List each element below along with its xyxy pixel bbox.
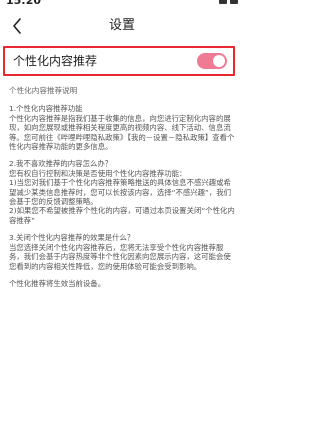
battery-icon [230, 0, 238, 4]
personalized-recommendation-row[interactable]: 个性化内容推荐 [3, 46, 235, 76]
status-time: 15:20 [6, 0, 42, 7]
footer-note: 个性化推荐将生效当前设备。 [9, 279, 235, 288]
setting-label: 个性化内容推荐 [13, 54, 98, 68]
section-2-body: 您有权自行控制和决策是否使用个性化内容推荐功能： 1)当您对我们基于个性化内容推… [9, 168, 235, 225]
section-1: 1.个性化内容推荐功能 个性化内容推荐是指我们基于收集的信息，向您进行定制化内容… [9, 104, 235, 151]
section-2: 2.我不喜欢推荐的内容怎么办？ 您有权自行控制和决策是否使用个性化内容推荐功能：… [9, 159, 235, 225]
header: 设置 [0, 10, 244, 42]
signal-icon [219, 0, 227, 4]
section-2-heading: 2.我不喜欢推荐的内容怎么办？ [9, 159, 113, 169]
section-3: 3.关闭个性化内容推荐的效果是什么？ 当您选择关闭个性化内容推荐后，您将无法享受… [9, 233, 235, 271]
section-3-body: 当您选择关闭个性化内容推荐后，您将无法享受个性化内容推荐服务，我们会基于内容热度… [9, 242, 231, 271]
section-3-heading: 3.关闭个性化内容推荐的效果是什么？ [9, 233, 135, 243]
personalized-recommendation-toggle[interactable] [197, 53, 227, 69]
section-1-heading: 1.个性化内容推荐功能 [9, 104, 83, 114]
page-title: 设置 [108, 18, 135, 33]
status-icons [219, 0, 238, 4]
footer-note-text: 个性化推荐将生效当前设备。 [9, 278, 106, 288]
explanation-content: 个性化内容推荐说明 1.个性化内容推荐功能 个性化内容推荐是指我们基于收集的信息… [9, 86, 235, 296]
explanation-title: 个性化内容推荐说明 [9, 86, 78, 95]
section-1-body: 个性化内容推荐是指我们基于收集的信息，向您进行定制化内容的展现，如向您展现或推荐… [9, 113, 235, 152]
status-bar: 15:20 [0, 0, 244, 8]
toggle-knob [213, 55, 225, 67]
